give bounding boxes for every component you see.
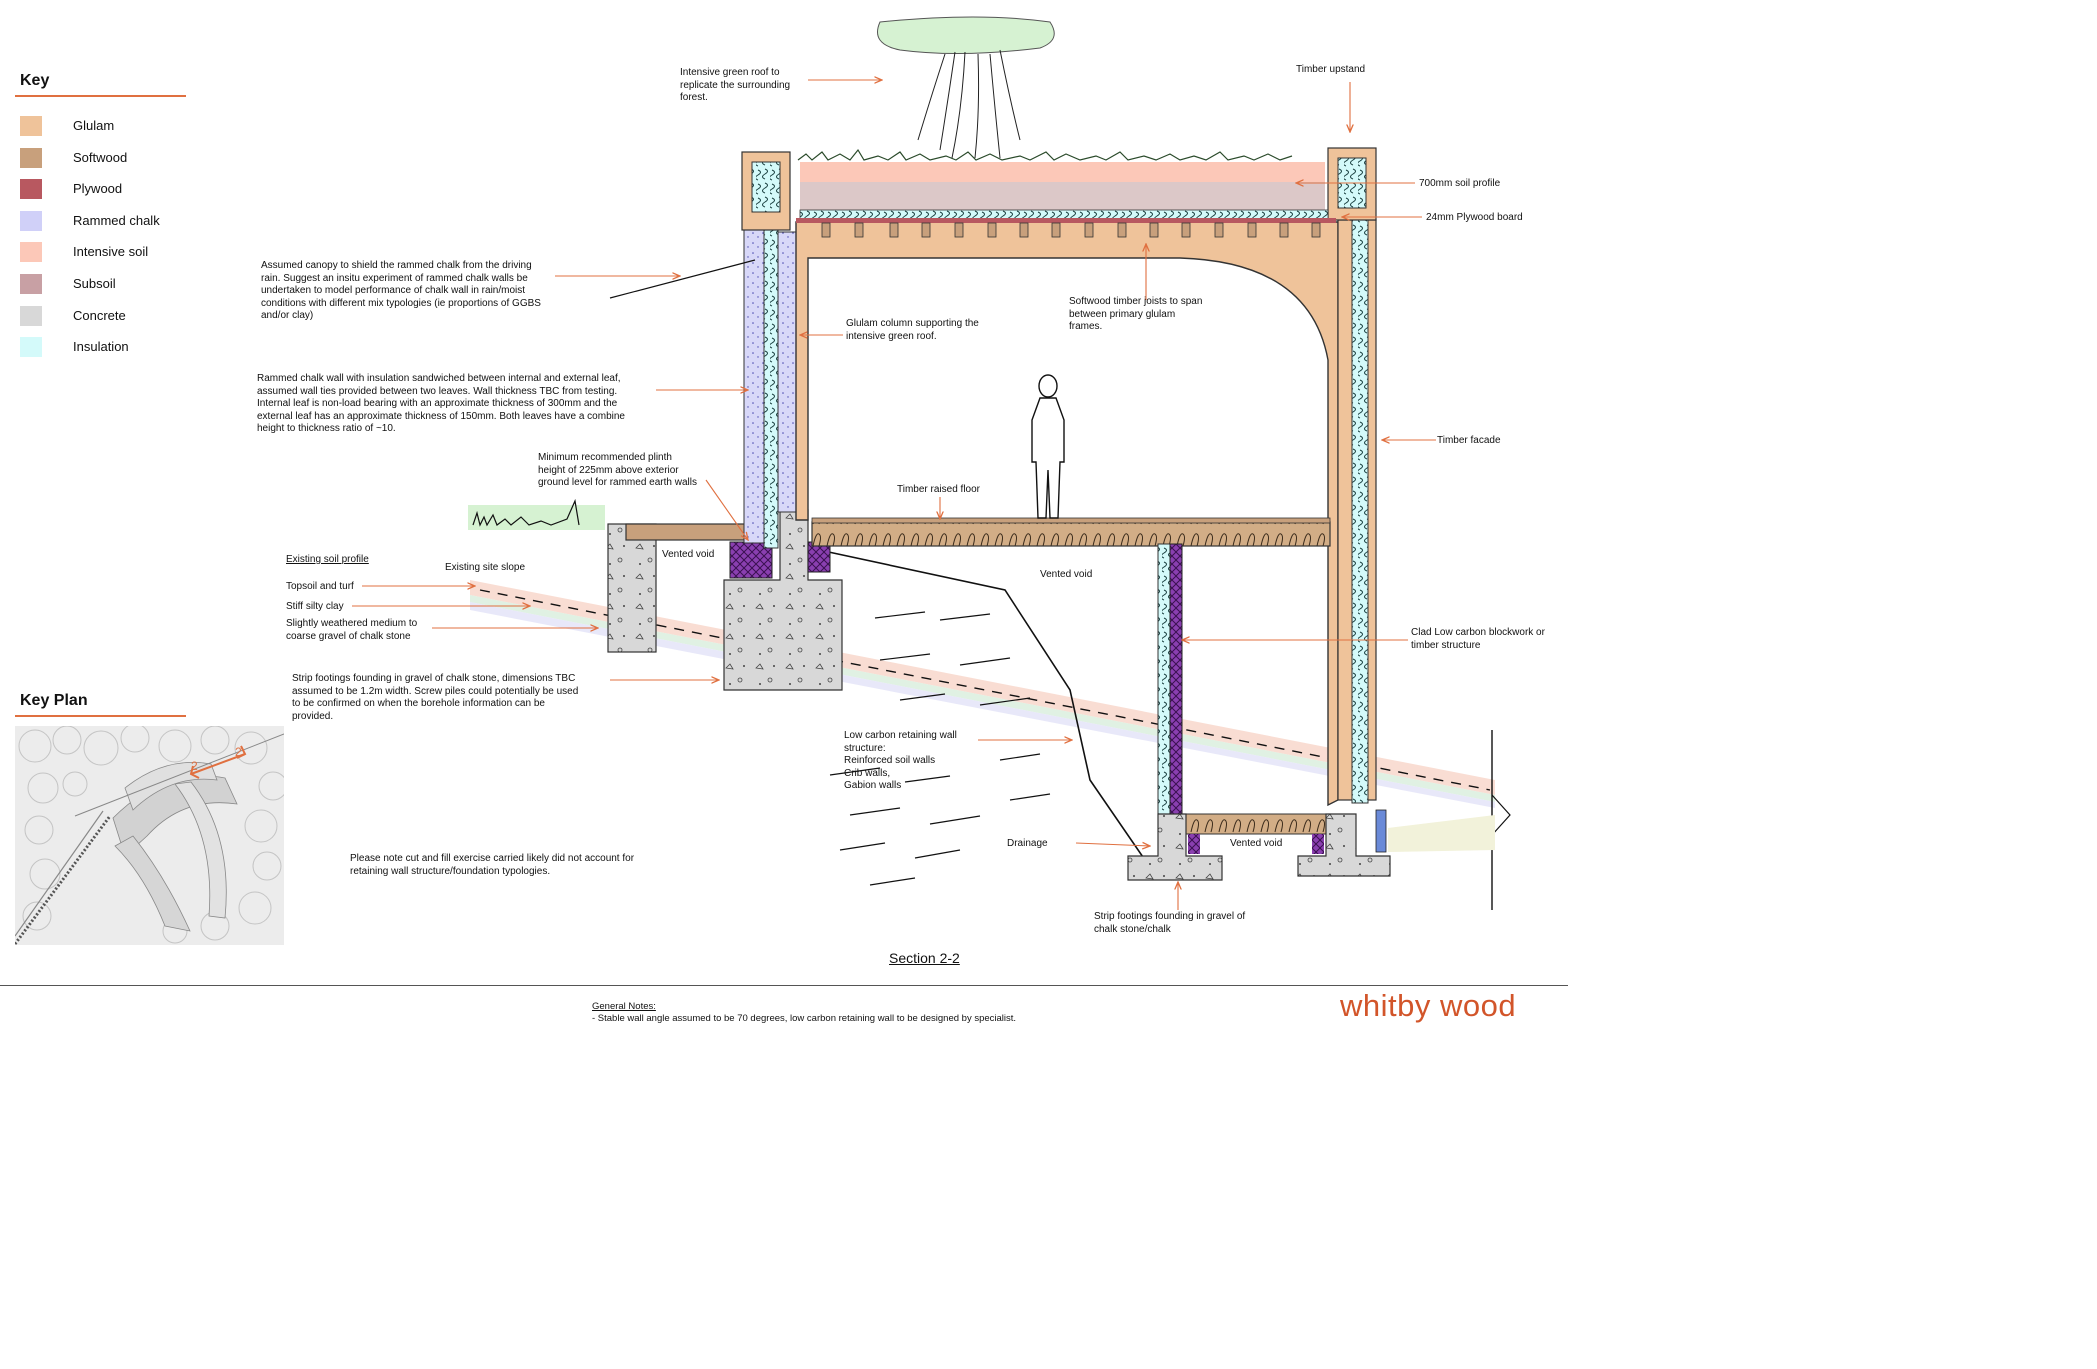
label-timber-upstand: Timber upstand	[1296, 64, 1366, 75]
section-drawing	[352, 16, 1511, 910]
label-vented-void-lower: Vented void	[1230, 838, 1283, 849]
label-timber-raised-floor: Timber raised floor	[897, 484, 980, 495]
label-gravel-line-2: coarse gravel of chalk stone	[286, 631, 411, 642]
note-glulam-column: Glulam column supporting the intensive gr…	[846, 318, 979, 342]
label-drainage: Drainage	[1007, 838, 1048, 849]
label-plywood-board: 24mm Plywood board	[1426, 212, 1523, 223]
label-existing-soil-profile: Existing soil profile	[286, 554, 369, 565]
label-gravel-line-1: Slightly weathered medium to	[286, 618, 418, 629]
general-notes: General Notes: - Stable wall angle assum…	[592, 1001, 1016, 1025]
footer-divider	[0, 985, 1568, 986]
label-vented-void-mid: Vented void	[1040, 569, 1093, 580]
general-notes-heading: General Notes:	[592, 1001, 656, 1012]
label-stiff-clay: Stiff silty clay	[286, 601, 344, 612]
label-vented-void-left: Vented void	[662, 549, 715, 560]
note-retaining-wall: Low carbon retaining wall structure: Reinf…	[844, 730, 957, 792]
note-strip-footings-lower: Strip footings founding in gravel of chal…	[1094, 911, 1246, 935]
label-soil-profile: 700mm soil profile	[1419, 178, 1501, 189]
label-existing-site-slope: Existing site slope	[445, 562, 526, 573]
note-green-roof: Intensive green roof to replicate the sur…	[680, 67, 791, 104]
brand-logo: whitby wood	[1340, 988, 1517, 1023]
note-strip-footings: Strip footings founding in gravel of cha…	[292, 673, 579, 722]
label-timber-facade: Timber facade	[1437, 435, 1501, 446]
note-cut-fill: Please note cut and fill exercise carrie…	[350, 853, 635, 877]
label-topsoil: Topsoil and turf	[286, 581, 354, 592]
note-canopy: Assumed canopy to shield the rammed chal…	[261, 260, 541, 322]
note-rammed-wall: Rammed chalk wall with insulation sandwi…	[257, 373, 625, 435]
general-notes-line: - Stable wall angle assumed to be 70 deg…	[592, 1013, 1017, 1024]
note-blockwork: Clad Low carbon blockwork or timber struc…	[1411, 627, 1545, 651]
note-joists: Softwood timber joists to span between pr…	[1069, 296, 1203, 333]
section-title: Section 2-2	[889, 950, 960, 966]
note-plinth: Minimum recommended plinth height of 225m…	[538, 452, 697, 489]
